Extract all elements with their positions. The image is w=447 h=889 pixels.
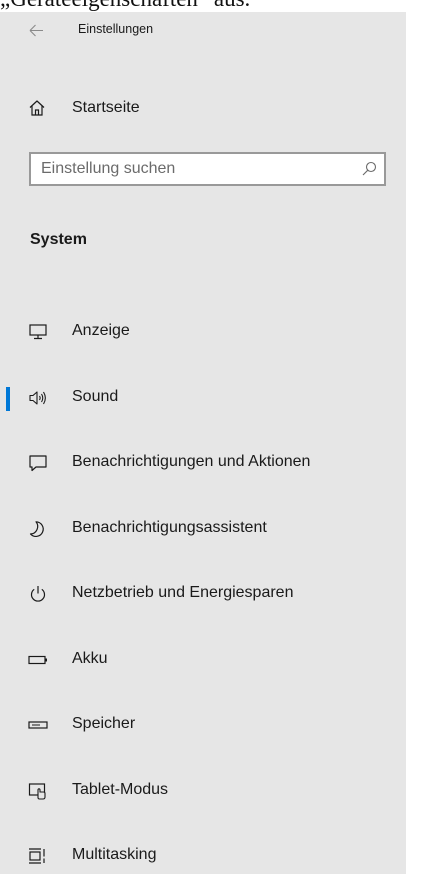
nav-item-battery[interactable]: Akku — [0, 627, 406, 693]
nav-item-display[interactable]: Anzeige — [0, 299, 406, 365]
nav-item-label: Sound — [72, 387, 119, 405]
nav-item-home-label: Startseite — [72, 99, 140, 116]
nav-item-focus-assist[interactable]: Benachrichtigungsassistent — [0, 496, 406, 562]
battery-icon — [28, 651, 48, 669]
nav-item-storage[interactable]: Speicher — [0, 692, 406, 758]
nav-item-label: Speicher — [72, 715, 136, 732]
nav-item-tablet-mode[interactable]: Tablet-Modus — [0, 758, 406, 824]
settings-navigation-pane: Einstellungen Startseite System — [0, 12, 406, 874]
nav-list: Anzeige Sound Benachrichtigungen und Akt… — [0, 299, 406, 889]
selection-indicator — [6, 386, 10, 411]
search-input[interactable] — [31, 154, 349, 184]
nav-item-multitasking[interactable]: Multitasking — [0, 823, 406, 889]
nav-item-label: Akku — [72, 649, 108, 667]
nav-item-sound[interactable]: Sound — [0, 365, 406, 431]
multitasking-icon — [28, 847, 48, 865]
search-box — [29, 152, 386, 186]
nav-item-label: Anzeige — [72, 322, 130, 339]
nav-item-notifications[interactable]: Benachrichtigungen und Aktionen — [0, 430, 406, 496]
nav-item-power-sleep[interactable]: Netzbetrieb und Energiesparen — [0, 561, 406, 627]
section-header-system: System — [30, 231, 87, 248]
moon-icon — [28, 520, 48, 538]
power-icon — [28, 585, 48, 603]
storage-icon — [28, 716, 48, 734]
search-icon[interactable] — [360, 160, 378, 178]
back-button[interactable] — [20, 18, 56, 44]
back-arrow-icon — [29, 24, 43, 37]
notification-icon — [28, 454, 48, 472]
nav-item-label: Netzbetrieb und Energiesparen — [72, 584, 294, 601]
nav-item-label: Tablet-Modus — [72, 780, 169, 798]
nav-item-home[interactable]: Startseite — [0, 88, 406, 128]
home-icon — [28, 99, 46, 117]
window-title: Einstellungen — [78, 22, 154, 36]
tablet-mode-icon — [28, 782, 48, 800]
nav-item-label: Benachrichtigungsassistent — [72, 518, 267, 536]
nav-item-label: Multitasking — [72, 846, 157, 863]
nav-item-label: Benachrichtigungen und Aktionen — [72, 453, 311, 470]
display-icon — [28, 323, 48, 341]
speaker-icon — [28, 389, 48, 407]
title-bar: Einstellungen — [0, 12, 406, 52]
document-caption-fragment: „Geräteeigenschaften“ aus. — [0, 0, 447, 12]
